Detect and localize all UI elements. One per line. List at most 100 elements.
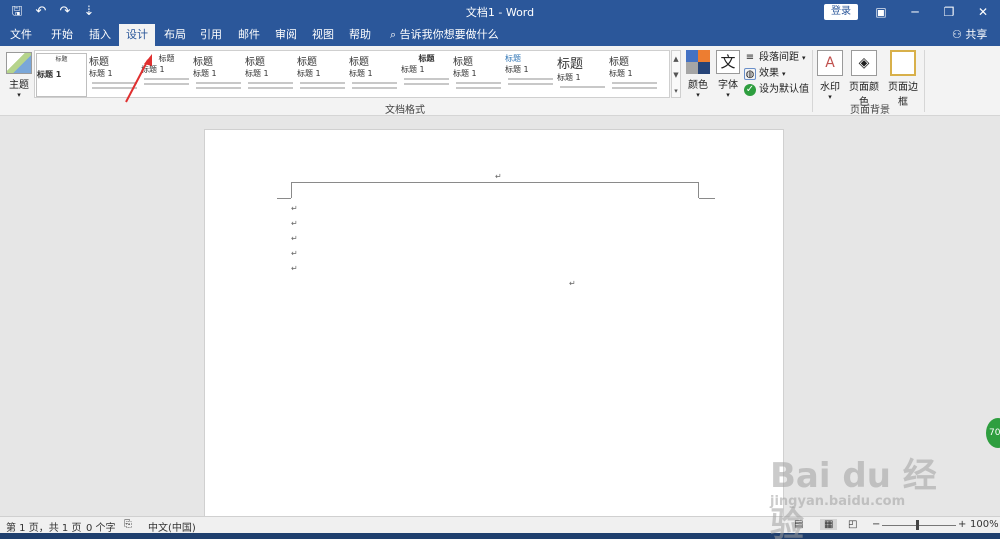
login-button[interactable]: 登录 [824,4,858,20]
tab-view[interactable]: 视图 [305,24,341,46]
style-preview-line [612,87,657,89]
colors-label: 颜色 [688,80,708,91]
style-preview-line [300,82,345,84]
colors-icon [686,50,710,74]
header-border-tick [699,198,715,199]
ribbon-display-options-icon[interactable]: ▣ [864,2,898,22]
watermark-button[interactable]: A 水印 ▾ [816,50,844,101]
style-set-item[interactable]: 标题 标题 1 [349,53,400,97]
tab-home[interactable]: 开始 [44,24,80,46]
style-preview-line [300,87,345,89]
gallery-scroll[interactable]: ▲ ▼ ▾ [671,50,681,98]
paragraph-mark: ↵ [291,264,298,273]
style-set-item[interactable]: 标题 标题 1 [453,53,504,97]
style-heading: 标题 1 [349,69,373,78]
zoom-level[interactable]: 100% [970,519,999,530]
set-as-default-button[interactable]: ✓ 设为默认值 [744,83,809,97]
chevron-down-icon: ▾ [802,54,806,62]
tab-file[interactable]: 文件 [4,24,38,46]
style-preview-line [508,78,553,80]
style-set-item[interactable]: 标题 标题 1 [401,53,452,97]
paragraph-mark: ↵ [291,234,298,243]
watermark-url: jingyan.baidu.com [770,494,906,509]
tab-references[interactable]: 引用 [193,24,229,46]
fonts-button[interactable]: 文 字体 ▾ [714,50,742,99]
language-indicator[interactable]: 中文(中国) [148,519,196,534]
fonts-label: 字体 [718,80,738,91]
style-title: 标题 [557,57,584,72]
group-separator [812,50,813,112]
colors-button[interactable]: 颜色 ▾ [684,50,712,99]
style-heading: 标题 1 [609,69,633,78]
effects-button[interactable]: ◍ 效果 ▾ [744,67,786,81]
paragraph-mark: ↵ [291,249,298,258]
style-title: 标题 [453,57,473,68]
close-icon[interactable]: ✕ [966,2,1000,22]
style-preview-line [404,83,449,85]
chevron-down-icon: ▾ [782,70,786,78]
proofing-icon[interactable]: ⎘ [124,519,132,530]
header-border-tick [277,198,291,199]
tell-me-search[interactable]: ⌕ 告诉我你想要做什么 [390,24,499,46]
themes-button[interactable]: 主题 ▾ [4,50,34,100]
themes-icon [6,52,32,74]
share-button[interactable]: ⚇ 共享 [952,24,987,46]
paragraph-mark: ↵ [495,172,502,181]
word-count[interactable]: 0 个字 [86,519,116,534]
tab-help[interactable]: 帮助 [342,24,378,46]
page-border-icon [890,50,916,76]
watermark-label: 水印 [820,82,840,93]
style-set-item[interactable]: 标题 标题 1 [505,53,556,97]
style-title: 标题 [245,57,265,68]
page-border-button[interactable]: 页面边框 [884,50,922,108]
chevron-down-icon[interactable]: ▼ [672,67,680,83]
paragraph-spacing-button[interactable]: ≡ 段落间距 ▾ [744,51,806,65]
paragraph-mark: ↵ [291,219,298,228]
effects-icon: ◍ [744,68,756,80]
tab-insert[interactable]: 插入 [82,24,118,46]
style-title: 标题 [418,54,435,63]
document-page[interactable]: ↵ ↵ ↵ ↵ ↵ ↵ ↵ [204,129,784,529]
group-label-page-background: 页面背景 [850,105,890,116]
restore-icon[interactable]: ❐ [932,2,966,22]
group-separator [924,50,925,112]
style-heading: 标题 1 [557,73,581,82]
paragraph-mark: ↵ [569,279,576,288]
annotation-arrow [125,54,152,103]
style-preview-line [508,83,553,85]
style-preview-line [196,87,241,89]
tell-me-text: 告诉我你想要做什么 [399,28,499,41]
chevron-up-icon[interactable]: ▲ [672,51,680,67]
fonts-icon: 文 [716,50,740,74]
style-set-item[interactable]: 标题 标题 1 [297,53,348,97]
paragraph-spacing-icon: ≡ [745,52,755,63]
paragraph-spacing-label: 段落间距 [759,52,799,63]
style-preview-line [404,78,449,80]
style-set-item[interactable]: 标题 标题 1 [557,53,608,97]
chevron-down-icon: ▾ [17,91,21,99]
chevron-down-icon: ▾ [696,91,700,99]
style-set-item[interactable]: 标题 标题 1 [609,53,660,97]
page-color-button[interactable]: ◈ 页面颜色 [846,50,882,108]
style-preview-line [352,82,397,84]
style-set-item[interactable]: 标题 标题 1 [193,53,244,97]
ribbon-tabs: 文件 开始 插入 设计 布局 引用 邮件 审阅 视图 帮助 ⌕ 告诉我你想要做什… [0,24,1000,46]
style-title: 标题 [193,57,213,68]
group-label-doc-format: 文档格式 [385,105,425,116]
style-heading: 标题 1 [245,69,269,78]
tab-layout[interactable]: 布局 [157,24,193,46]
style-preview-line [352,87,397,89]
minimize-icon[interactable]: ─ [898,2,932,22]
tab-design[interactable]: 设计 [119,24,155,46]
style-heading: 标题 1 [401,65,425,74]
style-preview-line [196,82,241,84]
style-heading: 标题 1 [297,69,321,78]
tab-mailings[interactable]: 邮件 [231,24,267,46]
style-heading: 标题 1 [453,69,477,78]
more-icon[interactable]: ▾ [672,83,680,99]
style-title: 标题 [55,56,68,63]
tab-review[interactable]: 审阅 [268,24,304,46]
page-count[interactable]: 第 1 页，共 1 页 [6,519,81,534]
style-set-item[interactable]: 标题 标题 1 [245,53,296,97]
style-set-item[interactable]: 标题 标题 1 [36,53,87,97]
